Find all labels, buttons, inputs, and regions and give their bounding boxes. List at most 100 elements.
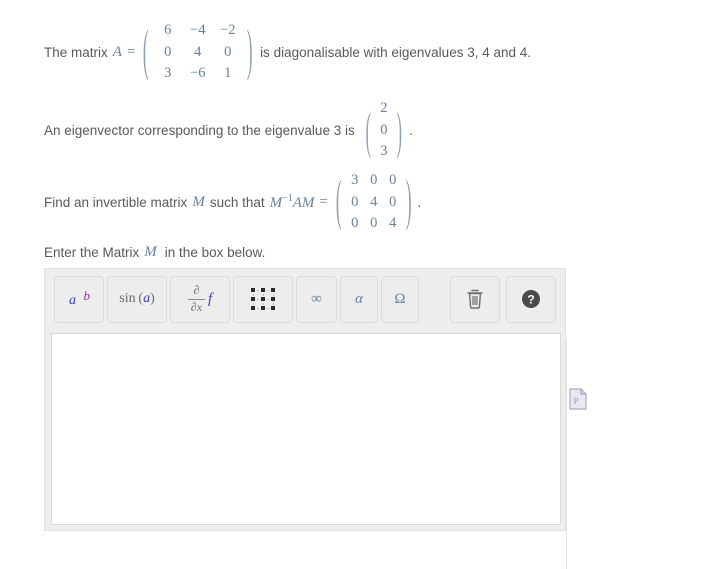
exponent-button[interactable]: a b <box>54 275 104 323</box>
line3-equals: = <box>319 193 328 210</box>
matrix-row: 3 <box>374 141 393 163</box>
line2-prefix: An eigenvector corresponding to the eige… <box>44 122 355 138</box>
alpha-button[interactable]: α <box>340 275 378 323</box>
matrix-row: 0 4 0 <box>153 42 243 64</box>
statement-line-matrix-a: The matrix A = ( 6 −4 −2 0 4 0 3 −6 1 ) … <box>44 20 531 85</box>
paren-left: ( <box>335 170 342 233</box>
exponent-base: a <box>69 293 76 308</box>
derivative-denominator: ∂x <box>190 299 203 314</box>
math-editor-panel: a b sin (a) ∂ ∂x f ∞ α Ω ? <box>44 268 566 531</box>
instruction-enter-matrix: Enter the Matrix M in the box below. <box>44 244 265 262</box>
help-button[interactable]: ? <box>506 275 556 323</box>
infinity-button[interactable]: ∞ <box>296 275 337 323</box>
line1-prefix: The matrix <box>44 44 108 60</box>
matrix-cell: 1 <box>224 65 232 82</box>
paren-left: ( <box>365 101 371 160</box>
math-editor-toolbar: a b sin (a) ∂ ∂x f ∞ α Ω ? <box>45 269 565 329</box>
matrix-cell: 0 <box>370 172 378 188</box>
matrix-cell: 3 <box>380 143 388 160</box>
matrix-row: 3 −6 1 <box>153 63 243 85</box>
alpha-icon: α <box>355 290 363 307</box>
expr-superscript: −1 <box>282 192 293 204</box>
matrix-a-rows: 6 −4 −2 0 4 0 3 −6 1 <box>153 20 243 85</box>
matrix-button[interactable] <box>233 275 293 323</box>
eigenvector-rows: 2 0 3 <box>374 98 393 163</box>
toolbar-right-group: ? <box>450 275 556 323</box>
matrix-cell: 4 <box>370 193 378 210</box>
matrix-diagonal-rows: 3 0 0 0 4 0 0 0 4 <box>345 170 402 235</box>
matrix-cell: 0 <box>389 193 397 210</box>
matrix-cell: 3 <box>164 65 172 82</box>
matrix-cell: −2 <box>220 22 236 38</box>
line2-suffix: . <box>409 122 413 138</box>
matrix-cell: 4 <box>389 215 397 232</box>
omega-button[interactable]: Ω <box>381 275 419 323</box>
matrix-row: 0 <box>374 120 393 142</box>
sine-fn: sin ( <box>119 291 144 306</box>
svg-text:?: ? <box>527 293 534 307</box>
infinity-icon: ∞ <box>311 290 322 307</box>
line1-suffix: is diagonalisable with eigenvalues 3, 4 … <box>260 44 531 60</box>
matrix-a: ( 6 −4 −2 0 4 0 3 −6 1 ) <box>140 20 255 85</box>
matrix-cell: 2 <box>380 100 388 116</box>
toolbar-left-group: a b sin (a) ∂ ∂x f ∞ α Ω <box>54 275 419 323</box>
derivative-fraction: ∂ ∂x <box>187 282 206 315</box>
help-circle-icon: ? <box>522 290 540 308</box>
matrix-row: 6 −4 −2 <box>153 20 243 42</box>
trash-icon <box>467 289 483 309</box>
exponent-power: b <box>83 288 91 303</box>
line4-symbol-m: M <box>144 244 157 261</box>
clear-button[interactable] <box>450 275 500 323</box>
matrix-cell: −4 <box>190 22 206 38</box>
svg-text:P: P <box>573 396 578 406</box>
exponent-icon: a b <box>68 288 90 310</box>
matrix-cell: 0 <box>389 172 397 188</box>
omega-icon: Ω <box>394 290 406 307</box>
line3-symbol-m: M <box>192 193 205 210</box>
line3-expr-before: such that <box>209 194 265 210</box>
statement-line-find-m: Find an invertible matrix M such that M−… <box>44 170 421 235</box>
line3-prefix: Find an invertible matrix <box>44 194 188 210</box>
panel-divider <box>566 338 567 569</box>
matrix-cell: 4 <box>194 43 202 60</box>
matrix-cell: 0 <box>351 193 359 210</box>
sine-close: ) <box>150 291 155 306</box>
derivative-function: f <box>208 290 213 307</box>
paren-left: ( <box>143 20 149 83</box>
expr-am: AM <box>292 194 315 211</box>
matrix-cell: 0 <box>351 215 359 232</box>
derivative-button[interactable]: ∂ ∂x f <box>170 275 230 323</box>
sine-icon: sin (a) <box>119 291 154 307</box>
sine-arg: a <box>143 291 151 306</box>
matrix-diagonal: ( 3 0 0 0 4 0 0 0 4 ) <box>333 170 415 235</box>
derivative-icon: ∂ ∂x f <box>187 282 213 315</box>
eigenvector: ( 2 0 3 ) <box>363 98 405 163</box>
matrix-grid-icon <box>250 287 276 311</box>
matrix-cell: 0 <box>224 43 232 60</box>
matrix-row: 2 <box>374 98 393 120</box>
line4-suffix: in the box below. <box>164 245 266 260</box>
matrix-cell: 0 <box>164 43 172 60</box>
expr-m-inverse: M−1AM <box>270 193 315 212</box>
line3-suffix: . <box>417 194 422 210</box>
matrix-cell: 3 <box>351 172 359 188</box>
line1-symbol-a: A <box>112 43 122 60</box>
document-page-icon: P <box>569 388 587 410</box>
paren-right: ) <box>246 20 253 83</box>
statement-line-eigenvector: An eigenvector corresponding to the eige… <box>44 98 413 163</box>
line4-prefix: Enter the Matrix <box>44 245 140 260</box>
matrix-cell: −6 <box>190 65 206 82</box>
matrix-cell: 6 <box>164 22 172 38</box>
matrix-row: 0 0 4 <box>345 213 402 235</box>
matrix-cell: 0 <box>370 215 378 232</box>
derivative-numerator: ∂ <box>193 282 200 297</box>
expr-m: M <box>269 194 283 211</box>
matrix-cell: 0 <box>380 121 388 138</box>
matrix-row: 3 0 0 <box>345 170 402 192</box>
paren-right: ) <box>397 101 403 160</box>
document-icon[interactable]: P <box>569 388 587 410</box>
line1-equals: = <box>126 43 136 60</box>
matrix-row: 0 4 0 <box>345 192 402 214</box>
sine-button[interactable]: sin (a) <box>107 275 167 323</box>
math-answer-input[interactable] <box>51 333 561 525</box>
